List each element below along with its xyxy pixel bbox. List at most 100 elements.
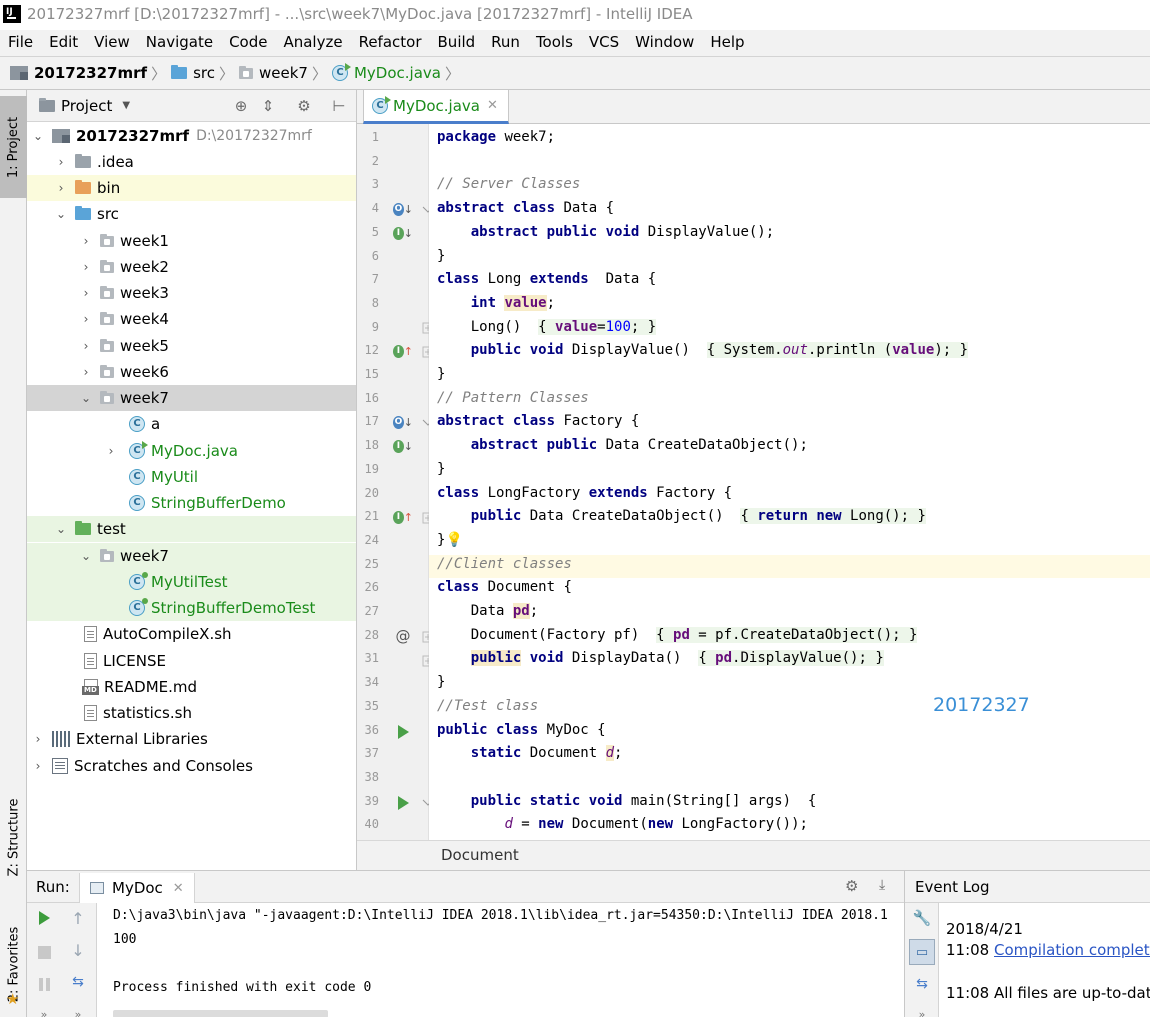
tree-item-mydoc[interactable]: › C MyDoc.java [27,438,356,464]
chevron-right-icon[interactable]: › [78,286,94,300]
menu-navigate[interactable]: Navigate [138,30,221,56]
rerun-icon[interactable] [33,907,55,929]
chevron-right-icon[interactable]: › [53,155,69,169]
menu-build[interactable]: Build [430,30,484,56]
breadcrumb-file[interactable]: C MyDoc.java 〉 [331,63,465,84]
tree-item-test[interactable]: ⌄ test [27,516,356,542]
overrides-marker-icon[interactable]: I ↑ [393,341,413,361]
lightbulb-icon[interactable]: 💡 [445,532,462,548]
tree-item-week4[interactable]: › week4 [27,306,356,332]
tree-item-week6[interactable]: › week6 [27,359,356,385]
breadcrumb-src[interactable]: src 〉 [171,63,239,84]
tree-item-week2[interactable]: › week2 [27,254,356,280]
tree-item-root[interactable]: ⌄ 20172327mrf D:\20172327mrf [27,123,356,149]
code-editor[interactable]: package week7; // Server Classes abstrac… [429,124,1150,840]
menu-help[interactable]: Help [702,30,752,56]
chevron-right-icon[interactable]: › [78,234,94,248]
pause-icon[interactable] [33,973,55,995]
up-arrow-icon[interactable]: ↑ [67,907,89,929]
menu-tools[interactable]: Tools [528,30,581,56]
chevron-right-icon[interactable]: › [78,312,94,326]
menu-refactor[interactable]: Refactor [351,30,430,56]
tree-item-week7-src[interactable]: ⌄ week7 [27,385,356,411]
balloon-icon[interactable]: ▭ [909,939,935,965]
implementation-marker-icon[interactable]: I ↓ [393,223,413,243]
tree-item-stringbufferdemotest[interactable]: C StringBufferDemoTest [27,595,356,621]
chevron-right-icon[interactable]: › [78,339,94,353]
more-icon[interactable]: » [67,1003,89,1017]
project-panel-title[interactable]: Project [61,97,112,115]
tool-tab-project[interactable]: 1: Project [0,96,27,198]
hide-panel-icon[interactable]: ⤓ [879,877,885,893]
gear-icon[interactable]: ⚙ [845,877,858,895]
chevron-right-icon[interactable]: › [30,759,46,773]
run-marker-icon[interactable] [393,722,413,742]
stop-icon[interactable] [33,941,55,963]
chevron-right-icon[interactable]: › [53,181,69,195]
chevron-right-icon[interactable]: › [103,444,119,458]
tree-item-bin[interactable]: › bin [27,175,356,201]
breadcrumb-project[interactable]: 20172327mrf 〉 [10,63,171,84]
implemented-marker-icon[interactable]: O ↓ [393,412,413,432]
console-output[interactable]: D:\java3\bin\java "-javaagent:D:\Intelli… [113,903,904,1017]
tree-item-week5[interactable]: › week5 [27,333,356,359]
menu-code[interactable]: Code [221,30,275,56]
implemented-marker-icon[interactable]: O ↓ [393,199,413,219]
chevron-down-icon[interactable]: ⌄ [78,391,94,405]
chevron-right-icon[interactable]: › [30,732,46,746]
menu-run[interactable]: Run [483,30,528,56]
more-icon[interactable]: » [33,1003,55,1017]
close-icon[interactable]: ✕ [173,881,184,896]
breadcrumb-document[interactable]: Document [441,846,519,864]
editor-tab-mydoc[interactable]: C MyDoc.java ✕ [363,90,509,124]
breadcrumb-package[interactable]: week7 〉 [239,63,332,84]
menu-file[interactable]: File [0,30,41,56]
tree-item-autocompile[interactable]: AutoCompileX.sh [27,621,356,647]
run-marker-icon[interactable] [393,793,413,813]
chevron-right-icon[interactable]: › [78,260,94,274]
tree-item-week1[interactable]: › week1 [27,228,356,254]
tree-item-class-a[interactable]: C a [27,411,356,437]
tree-item-idea[interactable]: › .idea [27,149,356,175]
tree-item-myutiltest[interactable]: C MyUtilTest [27,569,356,595]
implementation-marker-icon[interactable]: I ↓ [393,436,413,456]
collapse-all-icon[interactable]: ⇕ [259,97,277,115]
menu-edit[interactable]: Edit [41,30,86,56]
chevron-down-icon[interactable]: ⌄ [53,522,69,536]
annotation-marker-icon[interactable]: @ [393,626,413,646]
chevron-right-icon[interactable]: › [78,365,94,379]
soft-wrap-icon[interactable]: ⇆ [911,973,933,995]
soft-wrap-icon[interactable]: ⇆ [67,971,89,993]
wrench-icon[interactable]: 🔧 [911,907,933,929]
down-arrow-icon[interactable]: ↓ [67,939,89,961]
horizontal-scrollbar[interactable] [113,1010,328,1017]
tree-item-week3[interactable]: › week3 [27,280,356,306]
chevron-down-icon[interactable]: ⌄ [30,129,46,143]
compilation-link[interactable]: Compilation complete [994,941,1150,959]
tree-item-scratches[interactable]: › Scratches and Consoles [27,753,356,779]
line-number: 6 [371,248,379,263]
tree-item-license[interactable]: LICENSE [27,648,356,674]
menu-view[interactable]: View [86,30,138,56]
chevron-down-icon[interactable]: ⌄ [53,207,69,221]
more-icon[interactable]: » [911,1003,933,1017]
tool-tab-structure[interactable]: Z: Structure [0,785,27,889]
tree-item-src[interactable]: ⌄ src [27,201,356,227]
tree-item-stringbufferdemo[interactable]: C StringBufferDemo [27,490,356,516]
hide-panel-icon[interactable]: ⊢ [330,97,348,115]
overrides-marker-icon[interactable]: I ↑ [393,507,413,527]
tree-item-statistics[interactable]: statistics.sh [27,700,356,726]
close-icon[interactable]: ✕ [487,98,498,113]
chevron-down-icon[interactable]: ⌄ [78,549,94,563]
locate-icon[interactable]: ⊕ [232,97,250,115]
run-tab-mydoc[interactable]: MyDoc ✕ [79,873,195,903]
tree-item-myutil[interactable]: C MyUtil [27,464,356,490]
gear-icon[interactable]: ⚙ [295,97,313,115]
menu-vcs[interactable]: VCS [581,30,627,56]
tree-item-week7-test[interactable]: ⌄ week7 [27,543,356,569]
tree-item-readme[interactable]: MD README.md [27,674,356,700]
tree-item-external-libraries[interactable]: › External Libraries [27,726,356,752]
menu-window[interactable]: Window [627,30,702,56]
chevron-down-icon[interactable]: ▼ [122,100,130,111]
menu-analyze[interactable]: Analyze [275,30,350,56]
